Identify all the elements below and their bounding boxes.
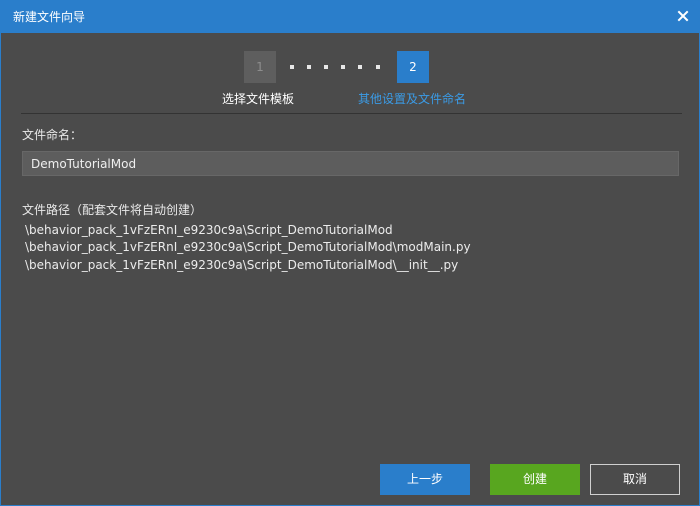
step-dot (376, 65, 380, 69)
window-title: 新建文件向导 (13, 10, 86, 24)
cancel-button[interactable]: 取消 (590, 464, 680, 495)
step-1-indicator: 1 (244, 51, 276, 83)
step-2-label: 其他设置及文件命名 (358, 92, 467, 106)
step-dot (307, 65, 311, 69)
previous-step-button[interactable]: 上一步 (380, 464, 470, 495)
new-file-wizard-dialog: 新建文件向导 1 2 选择文件模板 其他设置及文件命名 文件命名： 文件路径（配… (0, 0, 700, 506)
step-1-label: 选择文件模板 (222, 92, 295, 106)
file-path-line: \behavior_pack_1vFzERnI_e9230c9a\Script_… (25, 223, 393, 237)
create-button[interactable]: 创建 (490, 464, 580, 495)
step-dot (358, 65, 362, 69)
wizard-stepper: 1 2 (244, 51, 434, 83)
title-bar: 新建文件向导 (1, 0, 700, 33)
file-path-line: \behavior_pack_1vFzERnI_e9230c9a\Script_… (25, 258, 459, 272)
step-dot (290, 65, 294, 69)
step-dot (324, 65, 328, 69)
file-name-input[interactable] (22, 151, 679, 176)
file-path-label: 文件路径（配套文件将自动创建） (22, 203, 203, 217)
step-2-indicator: 2 (397, 51, 429, 83)
file-path-line: \behavior_pack_1vFzERnI_e9230c9a\Script_… (25, 240, 471, 254)
divider (21, 113, 682, 114)
step-dot (341, 65, 345, 69)
close-icon[interactable] (675, 8, 691, 24)
file-name-label: 文件命名： (22, 128, 83, 142)
